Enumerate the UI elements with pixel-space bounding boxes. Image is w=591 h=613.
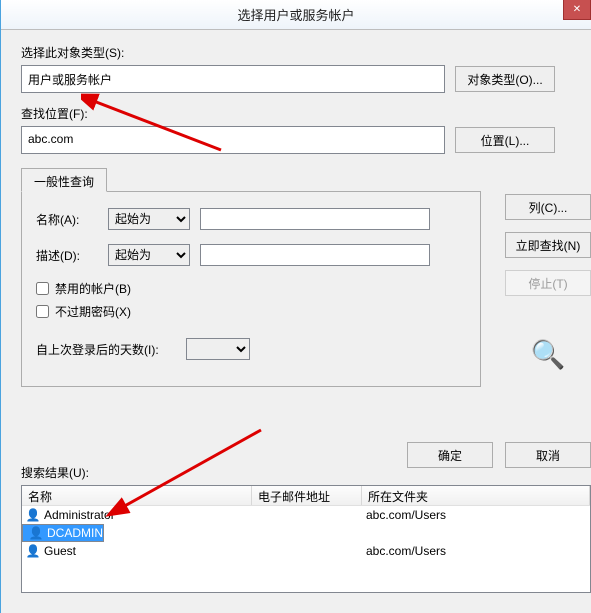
desc-label: 描述(D): bbox=[36, 247, 98, 264]
stop-button: 停止(T) bbox=[505, 270, 591, 296]
name-label: 名称(A): bbox=[36, 211, 98, 228]
user-icon: 👤 bbox=[26, 508, 40, 522]
locations-button[interactable]: 位置(L)... bbox=[455, 127, 555, 153]
name-mode-select[interactable]: 起始为 bbox=[108, 208, 190, 230]
results-header: 名称 电子邮件地址 所在文件夹 bbox=[22, 486, 590, 506]
titlebar: 选择用户或服务帐户 ✕ bbox=[1, 0, 591, 30]
desc-input[interactable] bbox=[200, 244, 430, 266]
col-email[interactable]: 电子邮件地址 bbox=[252, 486, 362, 505]
col-name[interactable]: 名称 bbox=[22, 486, 252, 505]
name-input[interactable] bbox=[200, 208, 430, 230]
disabled-accounts-checkbox[interactable] bbox=[36, 282, 49, 295]
desc-mode-select[interactable]: 起始为 bbox=[108, 244, 190, 266]
search-results-label: 搜索结果(U): bbox=[21, 464, 89, 481]
nonexpiring-pwd-label: 不过期密码(X) bbox=[55, 303, 131, 320]
object-type-field[interactable]: 用户或服务帐户 bbox=[21, 65, 445, 93]
tab-panel: 名称(A): 起始为 描述(D): 起始为 禁用的帐户(B) 不过期密码(X) bbox=[21, 191, 481, 387]
table-row[interactable]: 👤DCADMINabc.com/Users bbox=[22, 524, 104, 542]
window-title: 选择用户或服务帐户 bbox=[237, 5, 354, 24]
ok-button[interactable]: 确定 bbox=[407, 442, 493, 468]
close-icon[interactable]: ✕ bbox=[563, 0, 591, 20]
search-icon: 🔍 bbox=[531, 338, 566, 371]
disabled-accounts-label: 禁用的帐户(B) bbox=[55, 280, 131, 297]
days-since-logon-select[interactable] bbox=[186, 338, 250, 360]
user-icon: 👤 bbox=[26, 544, 40, 558]
table-row[interactable]: 👤Guestabc.com/Users bbox=[22, 542, 590, 560]
location-field[interactable]: abc.com bbox=[21, 126, 445, 154]
user-icon: 👤 bbox=[29, 526, 43, 540]
object-types-button[interactable]: 对象类型(O)... bbox=[455, 66, 555, 92]
find-now-button[interactable]: 立即查找(N) bbox=[505, 232, 591, 258]
col-folder[interactable]: 所在文件夹 bbox=[362, 486, 590, 505]
days-since-logon-label: 自上次登录后的天数(I): bbox=[36, 341, 176, 358]
results-list[interactable]: 名称 电子邮件地址 所在文件夹 👤Administratorabc.com/Us… bbox=[21, 485, 591, 593]
nonexpiring-pwd-checkbox[interactable] bbox=[36, 305, 49, 318]
cancel-button[interactable]: 取消 bbox=[505, 442, 591, 468]
location-label: 查找位置(F): bbox=[21, 105, 571, 122]
object-type-label: 选择此对象类型(S): bbox=[21, 44, 571, 61]
table-row[interactable]: 👤Administratorabc.com/Users bbox=[22, 506, 590, 524]
tab-common-queries[interactable]: 一般性查询 bbox=[21, 168, 107, 192]
columns-button[interactable]: 列(C)... bbox=[505, 194, 591, 220]
